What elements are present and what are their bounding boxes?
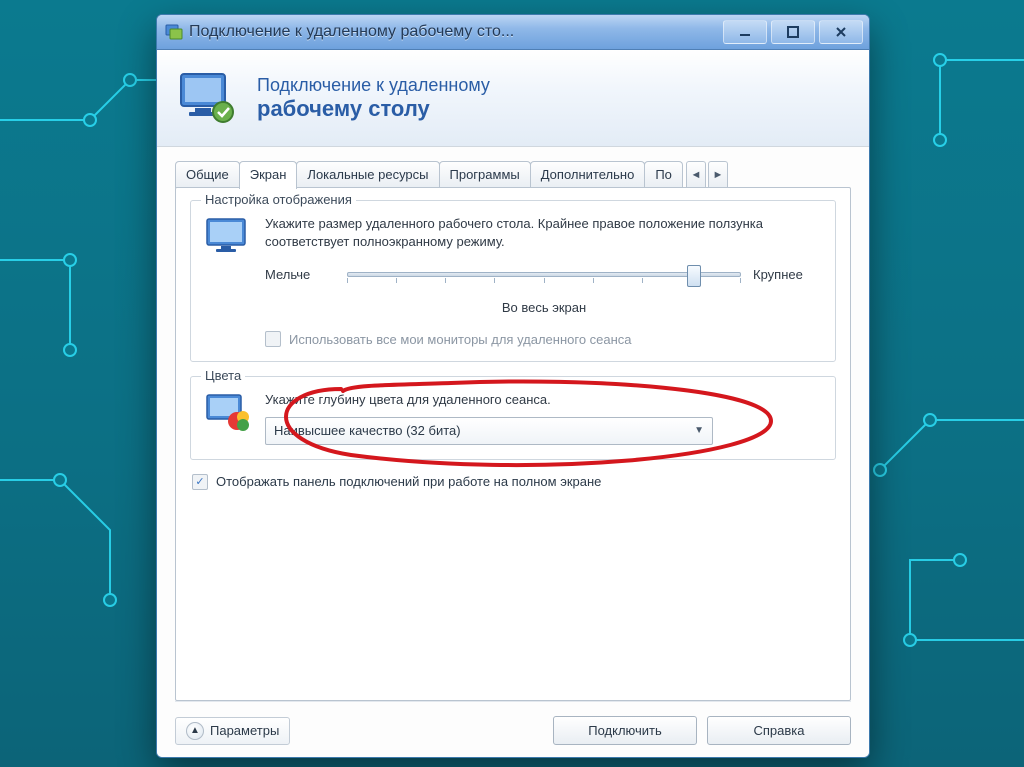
tab-programs[interactable]: Программы bbox=[439, 161, 531, 188]
minimize-button[interactable] bbox=[723, 20, 767, 44]
group-display-legend: Настройка отображения bbox=[201, 192, 356, 207]
maximize-button[interactable] bbox=[771, 20, 815, 44]
banner-title: рабочему столу bbox=[257, 96, 490, 122]
chevron-down-icon: ▼ bbox=[694, 425, 704, 436]
tab-general[interactable]: Общие bbox=[175, 161, 240, 188]
tab-local-resources[interactable]: Локальные ресурсы bbox=[296, 161, 439, 188]
group-colors-legend: Цвета bbox=[201, 368, 245, 383]
group-display-config: Настройка отображения Укажите размер у bbox=[190, 200, 836, 362]
color-depth-value: Наивысшее качество (32 бита) bbox=[274, 423, 461, 438]
slider-thumb[interactable] bbox=[687, 265, 701, 287]
color-depth-dropdown[interactable]: Наивысшее качество (32 бита) ▼ bbox=[265, 417, 713, 445]
tab-overflow[interactable]: По bbox=[644, 161, 683, 188]
resolution-slider[interactable] bbox=[347, 262, 741, 286]
palette-icon bbox=[203, 391, 251, 445]
connection-bar-label: Отображать панель подключений при работе… bbox=[216, 474, 601, 489]
slider-max-label: Крупнее bbox=[753, 267, 823, 282]
colors-description: Укажите глубину цвета для удаленного сеа… bbox=[265, 391, 823, 409]
tabs-scroll-left[interactable]: ◄ bbox=[686, 161, 706, 188]
tab-advanced[interactable]: Дополнительно bbox=[530, 161, 646, 188]
options-toggle-button[interactable]: ▲ Параметры bbox=[175, 717, 290, 745]
multimonitor-checkbox[interactable] bbox=[265, 331, 281, 347]
banner-subtitle: Подключение к удаленному bbox=[257, 75, 490, 96]
titlebar[interactable]: Подключение к удаленному рабочему сто... bbox=[157, 15, 869, 50]
tabs-scroll-right[interactable]: ► bbox=[708, 161, 728, 188]
rdp-window: Подключение к удаленному рабочему сто... bbox=[156, 14, 870, 758]
connection-bar-checkbox[interactable] bbox=[192, 474, 208, 490]
rdp-titlebar-icon bbox=[165, 23, 183, 41]
display-description: Укажите размер удаленного рабочего стола… bbox=[265, 215, 823, 250]
tab-display[interactable]: Экран bbox=[239, 161, 298, 189]
tabs-bar: Общие Экран Локальные ресурсы Программы … bbox=[175, 159, 851, 187]
rdp-logo-icon bbox=[177, 70, 241, 126]
chevron-up-icon: ▲ bbox=[186, 722, 204, 740]
header-banner: Подключение к удаленному рабочему столу bbox=[157, 50, 869, 147]
multimonitor-label: Использовать все мои мониторы для удален… bbox=[289, 332, 632, 347]
help-button[interactable]: Справка bbox=[707, 716, 851, 745]
close-button[interactable] bbox=[819, 20, 863, 44]
dialog-footer: ▲ Параметры Подключить Справка bbox=[175, 701, 851, 745]
monitor-icon bbox=[203, 215, 251, 347]
group-colors: Цвета Укажите глубину bbox=[190, 376, 836, 460]
options-button-label: Параметры bbox=[210, 723, 279, 738]
window-title: Подключение к удаленному рабочему сто... bbox=[189, 23, 719, 41]
fullscreen-indicator: Во весь экран bbox=[265, 300, 823, 315]
slider-min-label: Мельче bbox=[265, 267, 335, 282]
tab-panel-display: Настройка отображения Укажите размер у bbox=[175, 187, 851, 701]
connect-button[interactable]: Подключить bbox=[553, 716, 697, 745]
